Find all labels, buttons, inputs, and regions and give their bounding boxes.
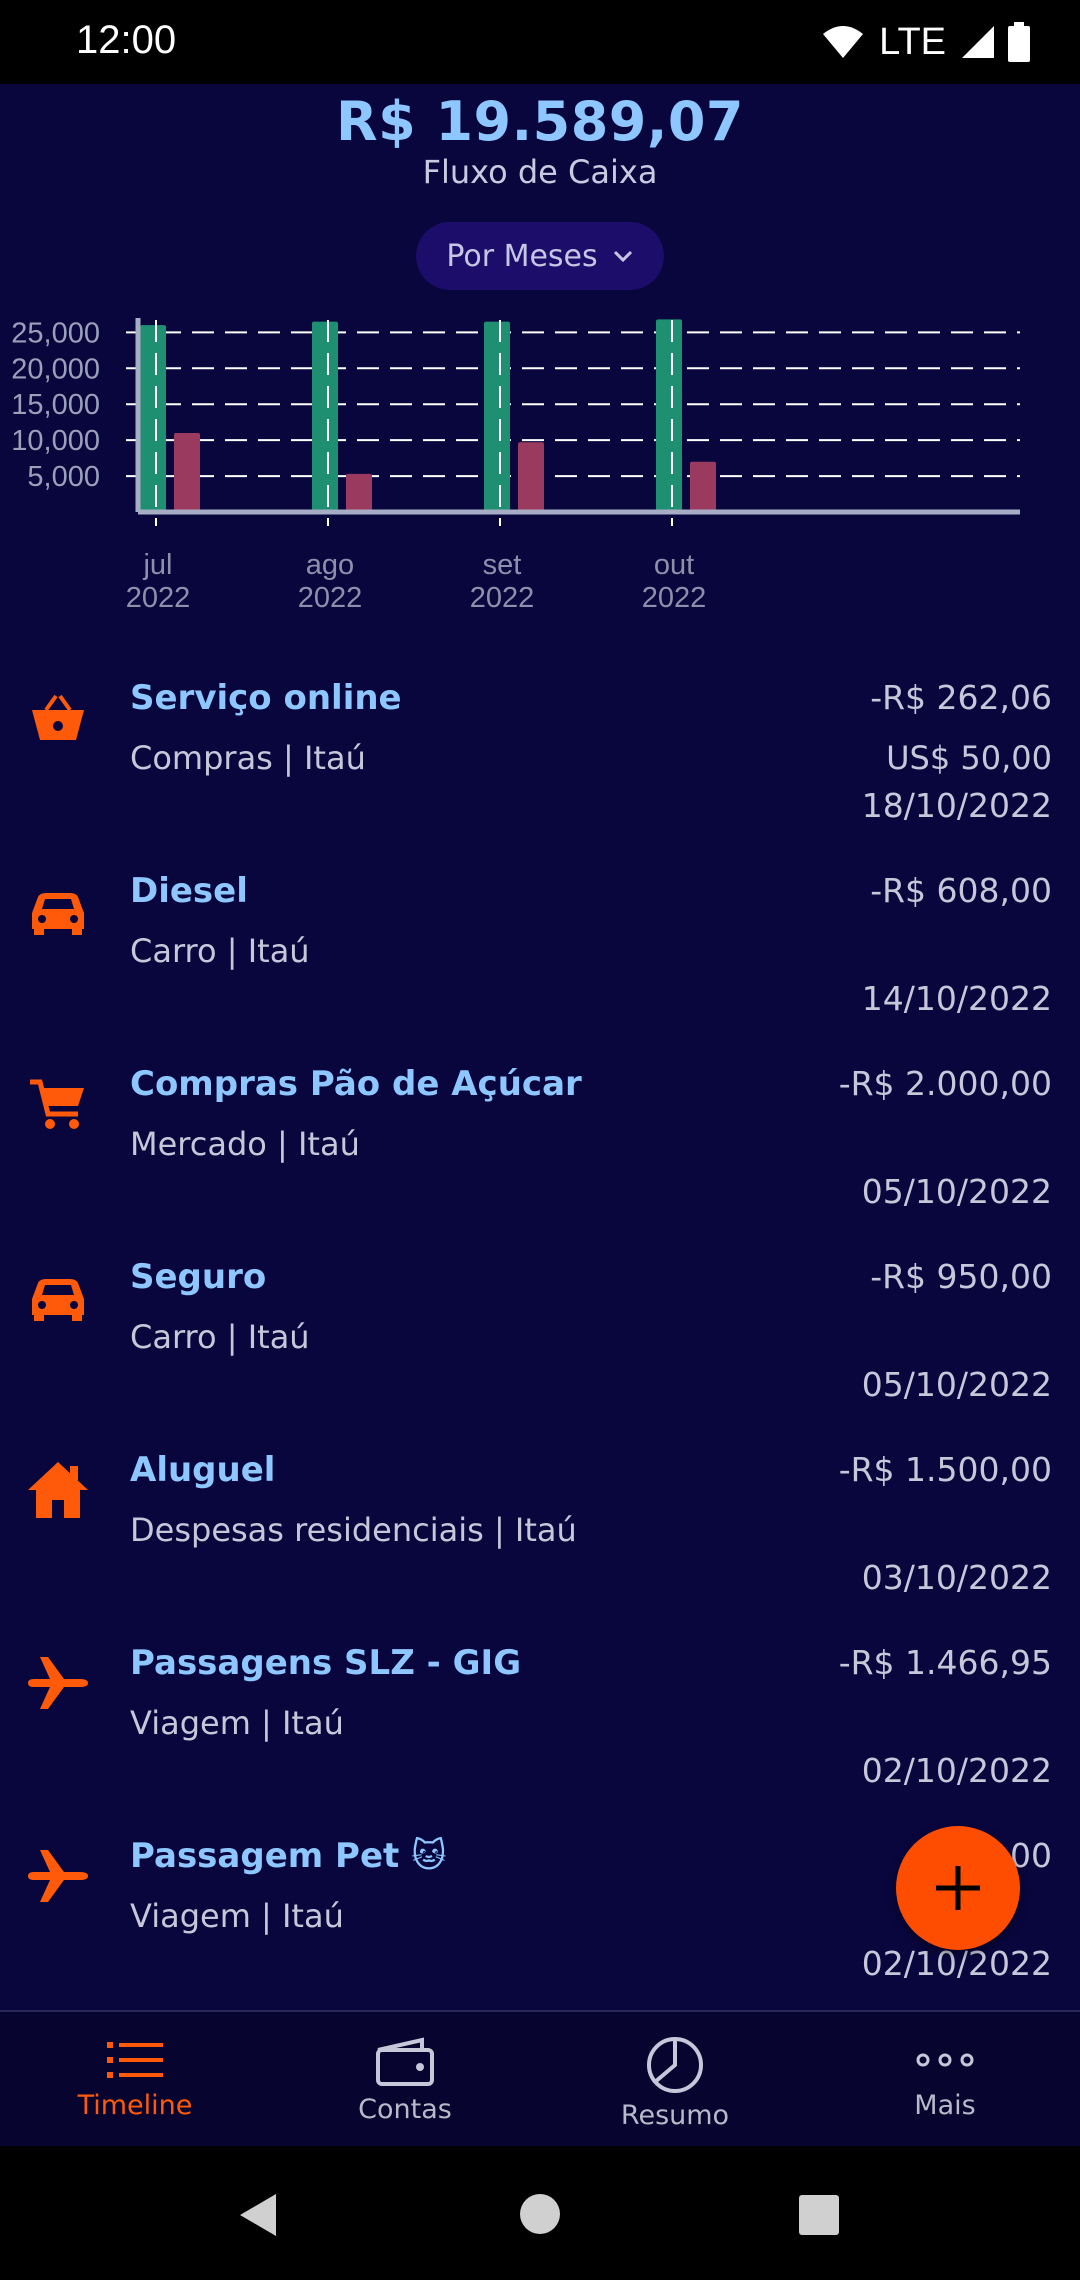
transaction-subtitle: Mercado | Itaú [130,1125,360,1163]
x-tick-label: 2022 [126,582,191,614]
transaction-amount: -R$ 262,06 [870,678,1052,717]
transaction-title: Seguro [130,1257,267,1297]
transaction-amount: -R$ 608,00 [870,871,1052,910]
y-tick-label: 20,000 [11,353,100,385]
transaction-amount: -R$ 950,00 [870,1257,1052,1296]
transaction-item[interactable]: Passagens SLZ - GIG Viagem | Itaú -R$ 1.… [0,1615,1080,1808]
nav-label: Contas [358,2094,452,2125]
system-navigation-bar [0,2146,1080,2280]
cash-flow-chart: 5,00010,00015,00020,00025,000jul2022ago2… [11,317,1020,614]
x-tick-label: 2022 [642,582,707,614]
nav-label: Resumo [620,2100,730,2131]
transaction-item[interactable]: Serviço online Compras | Itaú -R$ 262,06… [0,650,1080,843]
transaction-item[interactable]: Seguro Carro | Itaú -R$ 950,00 05/10/202… [0,1229,1080,1422]
chevron-down-icon [613,250,632,263]
transaction-item[interactable]: Aluguel Despesas residenciais | Itaú -R$… [0,1422,1080,1615]
x-tick-label: ago [306,549,354,581]
transaction-subtitle: Viagem | Itaú [130,1704,344,1742]
transaction-subtitle: Viagem | Itaú [130,1897,344,1935]
car-icon [32,1279,84,1321]
transaction-date: 14/10/2022 [861,979,1052,1018]
transaction-amount: -R$ 1.466,95 [838,1643,1052,1682]
home-button-icon[interactable] [518,2192,562,2236]
nav-timeline[interactable]: Timeline [0,2012,270,2148]
back-icon[interactable] [236,2192,280,2238]
income-bar [656,319,682,512]
transaction-date: 18/10/2022 [861,786,1052,825]
expense-bar [690,461,716,512]
cash-flow-balance: R$ 19.589,07 [336,90,744,153]
status-bar: 12:00 LTE [0,0,1080,84]
nav-mais[interactable]: Mais [810,2012,1080,2148]
summary-header: R$ 19.589,07 Fluxo de Caixa [0,90,1080,191]
x-tick-label: out [654,549,694,581]
recents-icon[interactable] [798,2194,840,2236]
transaction-list: Serviço online Compras | Itaú -R$ 262,06… [0,650,1080,2001]
transaction-item[interactable]: Compras Pão de Açúcar Mercado | Itaú -R$… [0,1036,1080,1229]
transaction-date: 05/10/2022 [861,1365,1052,1404]
x-tick-label: 2022 [470,582,535,614]
transaction-title: Serviço online [130,678,402,718]
pie-chart-icon [647,2037,703,2093]
cart-icon [30,1079,84,1129]
income-bar [312,321,338,512]
y-tick-label: 5,000 [27,461,100,493]
transaction-title: Compras Pão de Açúcar [130,1064,582,1104]
y-tick-label: 15,000 [11,389,100,421]
x-tick-label: jul [142,549,172,581]
transaction-title: Passagem Pet 🐱 [130,1836,447,1876]
transaction-foreign-amount: US$ 50,00 [886,739,1052,777]
transaction-subtitle: Despesas residenciais | Itaú [130,1511,577,1549]
transaction-date: 03/10/2022 [861,1558,1052,1597]
transaction-amount: -R$ 1.500,00 [838,1450,1052,1489]
more-icon [916,2053,974,2067]
y-tick-label: 25,000 [11,317,100,349]
list-icon [107,2042,163,2078]
network-label: LTE [879,20,946,63]
x-tick-label: set [483,549,522,581]
home-icon [28,1462,88,1518]
cash-flow-caption: Fluxo de Caixa [422,153,658,191]
wallet-icon [376,2037,434,2086]
expense-bar [174,432,200,512]
x-tick-label: 2022 [298,582,363,614]
y-tick-label: 10,000 [11,425,100,457]
transaction-subtitle: Compras | Itaú [130,739,366,777]
income-bar [140,325,166,512]
transaction-title: Passagens SLZ - GIG [130,1643,522,1683]
nav-contas[interactable]: Contas [270,2012,540,2148]
nav-label: Timeline [77,2090,193,2121]
signal-icon [962,26,994,58]
bottom-navigation: Timeline Contas Resumo Mais [0,2010,1080,2148]
basket-icon [32,694,84,740]
transaction-date: 02/10/2022 [861,1751,1052,1790]
nav-label: Mais [914,2090,976,2121]
transaction-date: 05/10/2022 [861,1172,1052,1211]
period-selector-label: Por Meses [446,238,598,274]
transaction-subtitle: Carro | Itaú [130,932,310,970]
wifi-icon [823,26,864,58]
income-bar [484,321,510,512]
transaction-title: Diesel [130,871,248,911]
expense-bar [346,473,372,512]
add-transaction-button[interactable] [896,1826,1020,1950]
expense-bar [518,442,544,512]
nav-resumo[interactable]: Resumo [540,2012,810,2148]
transaction-item[interactable]: Diesel Carro | Itaú -R$ 608,00 14/10/202… [0,843,1080,1036]
status-time: 12:00 [76,18,177,62]
transaction-subtitle: Carro | Itaú [130,1318,310,1356]
transaction-title: Aluguel [130,1450,276,1490]
plus-icon [936,1866,980,1910]
airplane-icon [28,1850,88,1902]
airplane-icon [28,1657,88,1709]
battery-icon [1008,22,1030,62]
transaction-amount: -R$ 2.000,00 [838,1064,1052,1103]
car-icon [32,893,84,935]
status-icons: LTE [821,18,1030,66]
period-selector[interactable]: Por Meses [416,222,664,290]
